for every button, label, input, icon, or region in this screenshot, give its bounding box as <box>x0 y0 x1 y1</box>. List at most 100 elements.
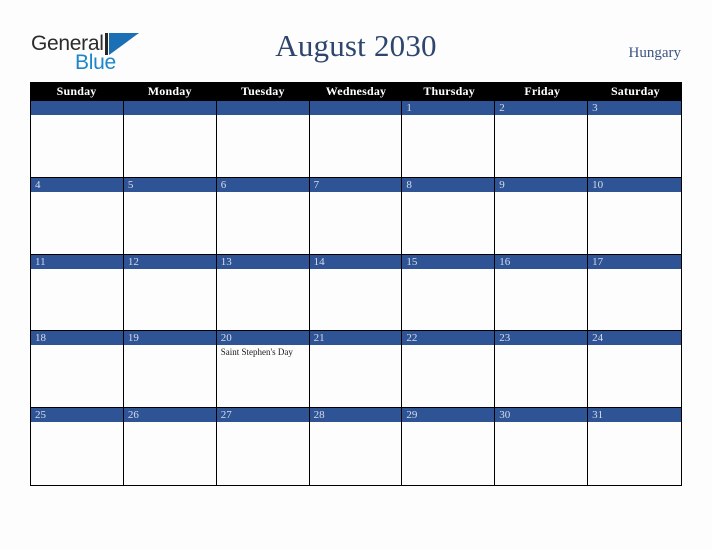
weekday-header-monday: Monday <box>147 84 192 98</box>
day-number-band: 4 <box>31 177 123 192</box>
day-number: 29 <box>406 409 418 422</box>
day-number-band: 25 <box>31 408 123 423</box>
calendar-day-empty <box>309 101 403 178</box>
day-number: 27 <box>220 409 232 422</box>
calendar-day-2[interactable]: 2 <box>495 101 589 178</box>
calendar-day-9[interactable]: 9 <box>495 177 589 255</box>
day-number: 3 <box>592 102 598 114</box>
calendar-day-30[interactable]: 30 <box>495 408 589 485</box>
day-number: 13 <box>220 255 232 268</box>
day-number-band: 5 <box>123 177 216 192</box>
day-number-band: 13 <box>216 254 309 269</box>
day-number-band: 23 <box>495 331 588 346</box>
day-number: 11 <box>35 255 46 268</box>
day-number-band: 30 <box>495 408 588 423</box>
weekday-header-tuesday: Tuesday <box>241 84 285 98</box>
day-number: 22 <box>406 332 418 345</box>
weekday-header-friday: Friday <box>524 84 561 98</box>
calendar-day-8[interactable]: 8 <box>402 177 496 255</box>
calendar-weeks: 1 2 3 4 5 6 7 8 9 10 11 12 13 14 15 16 17 18 19 20 Saint Ste… <box>30 101 682 486</box>
calendar-day-12[interactable]: 12 <box>123 254 217 332</box>
calendar-day-6[interactable]: 6 <box>216 177 310 255</box>
day-number-band: 28 <box>309 408 402 423</box>
calendar-day-28[interactable]: 28 <box>309 408 403 485</box>
calendar-grid: Sunday Monday Tuesday Wednesday Thursday Frid… <box>30 82 682 486</box>
day-number: 9 <box>499 178 505 191</box>
calendar-day-24[interactable]: 24 <box>588 331 681 409</box>
calendar-day-19[interactable]: 19 <box>123 331 217 409</box>
calendar-day-10[interactable]: 10 <box>588 177 681 255</box>
day-number: 12 <box>127 255 139 268</box>
day-number-band: 22 <box>402 331 495 346</box>
day-number: 30 <box>499 409 511 422</box>
day-number: 10 <box>592 178 604 191</box>
calendar-week-row: 4 5 6 7 8 9 10 <box>31 177 681 255</box>
calendar-day-29[interactable]: 29 <box>402 408 496 485</box>
weekday-header-wednesday: Wednesday <box>325 84 387 98</box>
calendar-day-27[interactable]: 27 <box>216 408 310 485</box>
day-number-band: 1 <box>402 101 495 115</box>
calendar-day-14[interactable]: 14 <box>309 254 403 332</box>
calendar-day-5[interactable]: 5 <box>123 177 217 255</box>
day-number-band: 18 <box>31 331 123 346</box>
calendar-day-empty <box>31 101 124 178</box>
day-number-band: 3 <box>588 101 681 115</box>
calendar-day-17[interactable]: 17 <box>588 254 681 332</box>
day-number-band: 11 <box>31 254 123 269</box>
day-number: 17 <box>592 255 604 268</box>
calendar-week-row: 18 19 20 Saint Stephen's Day 21 22 23 24 <box>31 331 681 409</box>
calendar-day-18[interactable]: 18 <box>31 331 124 409</box>
day-number-band <box>31 101 123 115</box>
day-number-band: 16 <box>495 254 588 269</box>
day-number-band: 12 <box>123 254 216 269</box>
country-label: Hungary <box>628 45 682 61</box>
calendar-day-empty <box>216 101 310 178</box>
day-number-band: 15 <box>402 254 495 269</box>
day-number-band: 14 <box>309 254 402 269</box>
calendar-week-row: 1 2 3 <box>31 101 681 178</box>
day-number-band: 7 <box>309 177 402 192</box>
calendar-day-16[interactable]: 16 <box>495 254 589 332</box>
page-header: General Blue August 2030 Hungary <box>0 0 712 82</box>
day-number-band: 2 <box>495 101 588 115</box>
day-number: 23 <box>499 332 511 345</box>
day-number: 31 <box>592 409 604 422</box>
calendar-day-23[interactable]: 23 <box>495 331 589 409</box>
calendar-day-15[interactable]: 15 <box>402 254 496 332</box>
page-title: August 2030 <box>275 28 437 63</box>
calendar-day-11[interactable]: 11 <box>31 254 124 332</box>
calendar-day-22[interactable]: 22 <box>402 331 496 409</box>
day-number-band: 8 <box>402 177 495 192</box>
day-number-band: 27 <box>216 408 309 423</box>
calendar-day-31[interactable]: 31 <box>588 408 681 485</box>
calendar-day-26[interactable]: 26 <box>123 408 217 485</box>
day-number: 7 <box>313 178 320 191</box>
calendar-day-13[interactable]: 13 <box>216 254 310 332</box>
day-number: 4 <box>35 178 41 191</box>
weekday-header-row: Sunday Monday Tuesday Wednesday Thursday Frid… <box>30 82 682 101</box>
calendar-week-row: 11 12 13 14 15 16 17 <box>31 254 681 332</box>
calendar-day-25[interactable]: 25 <box>31 408 124 485</box>
day-number-band: 24 <box>588 331 681 346</box>
day-number-band: 19 <box>123 331 216 346</box>
day-number: 6 <box>220 178 227 191</box>
day-number-band <box>309 101 402 115</box>
day-number: 18 <box>35 332 46 345</box>
weekday-header-sunday: Sunday <box>56 84 97 98</box>
calendar-day-1[interactable]: 1 <box>402 101 496 178</box>
calendar-day-empty <box>123 101 217 178</box>
calendar-day-3[interactable]: 3 <box>588 101 681 178</box>
day-number: 25 <box>35 409 46 422</box>
calendar-day-21[interactable]: 21 <box>309 331 403 409</box>
calendar-day-7[interactable]: 7 <box>309 177 403 255</box>
calendar-day-4[interactable]: 4 <box>31 177 124 255</box>
day-number-band: 17 <box>588 254 681 269</box>
day-number-band <box>216 101 309 115</box>
calendar-day-20[interactable]: 20 Saint Stephen's Day <box>216 331 310 409</box>
calendar-week-row: 25 26 27 28 29 30 31 <box>31 408 681 485</box>
holiday-event: Saint Stephen's Day <box>220 347 293 358</box>
day-number: 20 <box>220 332 232 345</box>
day-number-band <box>123 101 216 115</box>
day-number: 16 <box>499 255 511 268</box>
day-number: 1 <box>406 102 412 114</box>
